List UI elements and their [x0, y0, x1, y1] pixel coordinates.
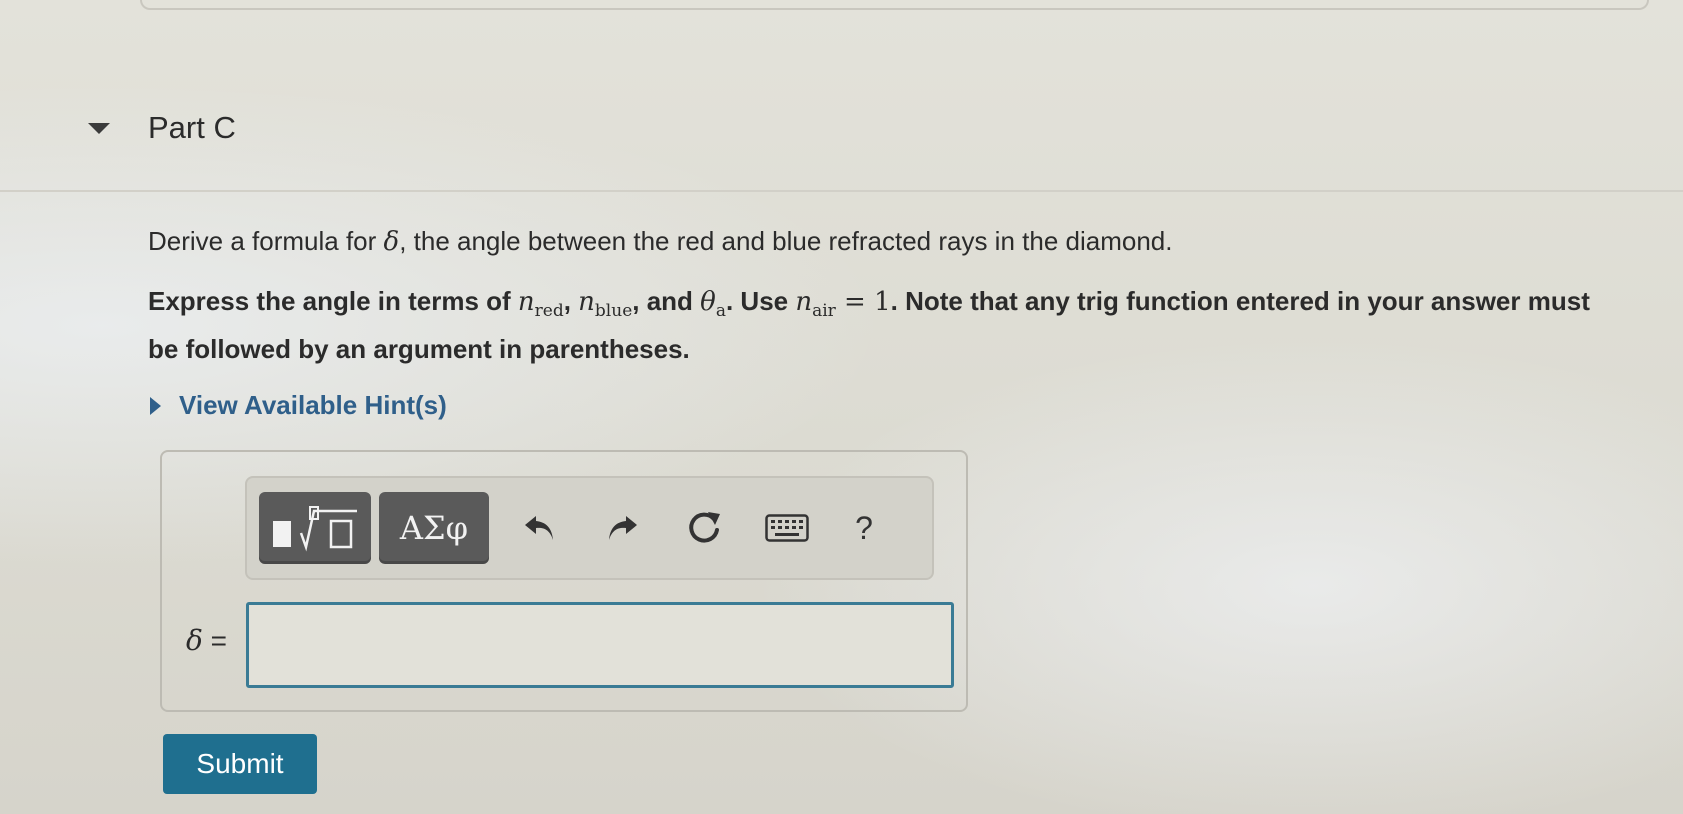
previous-part-frame — [140, 0, 1649, 10]
n-letter: n — [578, 287, 595, 317]
answer-delta-symbol: δ — [186, 624, 203, 657]
part-title: Part C — [148, 110, 236, 145]
greek-symbols-button[interactable]: ΑΣφ — [379, 492, 489, 564]
n-letter: n — [517, 287, 535, 317]
instr-text-2: . Use — [725, 286, 796, 316]
theta-a-symbol: θa — [700, 287, 726, 321]
instr-text-1: Express the angle in terms of — [148, 286, 518, 316]
red-subscript: red — [534, 301, 564, 322]
separator-1: , — [563, 286, 579, 316]
n-red-symbol: nred — [517, 287, 564, 321]
prompt-text-before: Derive a formula for — [148, 226, 384, 256]
answer-label: δ = — [186, 624, 227, 657]
collapse-caret-icon[interactable] — [88, 122, 110, 134]
n-letter: n — [795, 287, 813, 317]
redo-button[interactable] — [597, 498, 647, 558]
theta-letter: θ — [700, 287, 716, 317]
redo-icon — [609, 516, 637, 540]
air-subscript: air — [812, 301, 836, 322]
blue-subscript: blue — [594, 301, 633, 322]
reset-icon — [689, 512, 720, 543]
answer-box: ΑΣφ ? δ = — [160, 450, 968, 712]
reset-button[interactable] — [679, 498, 729, 558]
answer-input[interactable] — [246, 602, 954, 688]
submit-button[interactable]: Submit — [163, 734, 317, 794]
n-blue-symbol: nblue — [578, 287, 632, 321]
question-instructions: Express the angle in terms of nred, nblu… — [148, 282, 1618, 368]
undo-button[interactable] — [515, 498, 565, 558]
help-button[interactable]: ? — [839, 498, 889, 558]
templates-icon — [273, 506, 357, 552]
a-subscript: a — [715, 301, 726, 322]
n-air-symbol: nair — [795, 287, 835, 321]
keyboard-icon — [765, 514, 809, 542]
answer-equals: = — [202, 625, 227, 656]
view-hints-link[interactable]: View Available Hint(s) — [179, 390, 447, 421]
templates-button[interactable] — [259, 492, 371, 564]
keyboard-button[interactable] — [757, 498, 817, 558]
header-divider — [0, 190, 1683, 192]
delta-symbol: δ — [383, 227, 400, 257]
view-hints-toggle[interactable]: View Available Hint(s) — [150, 390, 447, 421]
prompt-text-after: , the angle between the red and blue ref… — [399, 226, 1173, 256]
expand-caret-icon[interactable] — [150, 396, 161, 415]
question-prompt: Derive a formula for δ, the angle betwee… — [148, 226, 1172, 257]
math-toolbar: ΑΣφ ? — [245, 476, 934, 580]
part-header[interactable]: Part C — [88, 108, 236, 148]
undo-icon — [525, 516, 553, 540]
separator-2: , and — [632, 286, 701, 316]
equals-one: = 1 — [835, 287, 891, 317]
